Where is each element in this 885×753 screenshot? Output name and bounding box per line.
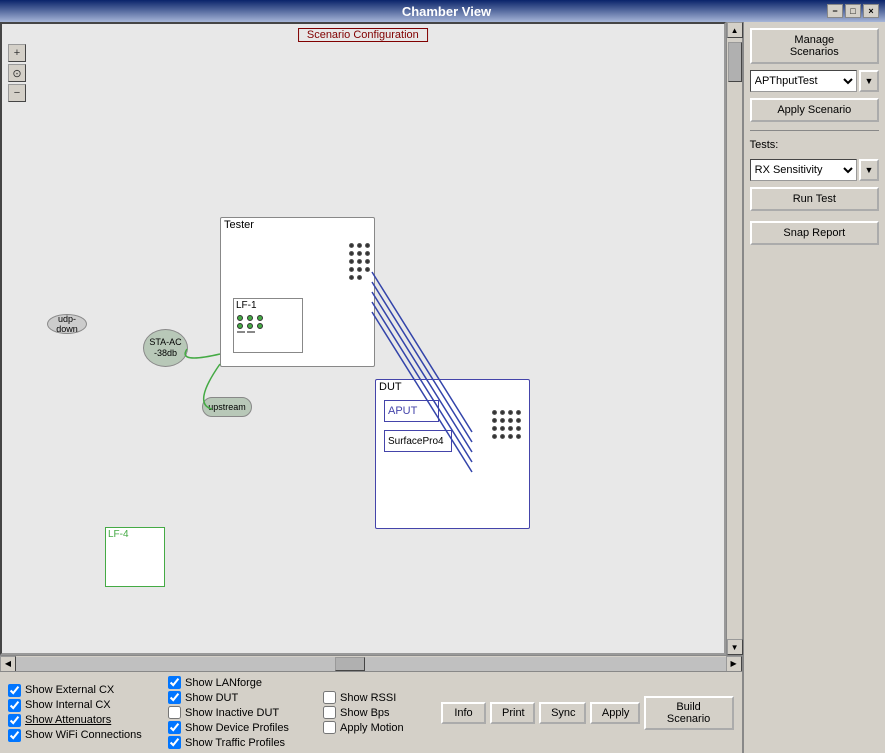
scenario-select[interactable]: APThputTest [750,70,857,92]
apply-motion-text: Apply Motion [340,722,404,734]
canvas-section: Scenario Configuration + ⊙ − udp-down ST… [0,22,742,655]
show-internal-cx-text: Show Internal CX [25,699,111,711]
show-dut-checkbox[interactable] [168,691,181,704]
show-traffic-profiles-text: Show Traffic Profiles [185,737,285,749]
show-internal-cx-checkbox[interactable] [8,699,21,712]
run-test-button[interactable]: Run Test [750,187,879,211]
show-rssi-text: Show RSSI [340,692,396,704]
udp-down-label: udp-down [48,314,86,334]
test-select-row: RX Sensitivity ▼ [750,159,879,181]
sta-ac-label: STA-AC-38db [149,337,181,359]
show-dut-text: Show DUT [185,692,238,704]
checkbox-col3: Show RSSI Show Bps Apply Motion [323,691,433,734]
snap-report-button[interactable]: Snap Report [750,221,879,245]
h-scroll-track[interactable] [16,657,726,671]
checkbox-col2: Show LANforge Show DUT Show Inactive DUT… [168,676,323,749]
apply-button[interactable]: Apply [590,702,640,724]
show-bps-checkbox[interactable] [323,706,336,719]
tester-ports [349,243,370,280]
show-external-cx-text: Show External CX [25,684,114,696]
show-internal-cx-label[interactable]: Show Internal CX [8,699,168,712]
canvas-area[interactable]: Scenario Configuration + ⊙ − udp-down ST… [0,22,726,655]
test-select[interactable]: RX Sensitivity [750,159,857,181]
show-rssi-label[interactable]: Show RSSI [323,691,433,704]
main-container: Scenario Configuration + ⊙ − udp-down ST… [0,22,885,753]
scroll-right-arrow[interactable]: ▶ [726,656,742,672]
left-panel: Scenario Configuration + ⊙ − udp-down ST… [0,22,743,753]
scenario-select-row: APThputTest ▼ [750,70,879,92]
lf1-title: LF-1 [234,299,302,312]
show-traffic-profiles-checkbox[interactable] [168,736,181,749]
dut-box[interactable]: DUT APUT SurfacePro4 [375,379,530,529]
show-wifi-connections-text: Show WiFi Connections [25,729,142,741]
right-panel: Manage Scenarios APThputTest ▼ Apply Sce… [743,22,885,753]
sync-button[interactable]: Sync [539,702,586,724]
tester-title: Tester [221,218,374,232]
dut-title: DUT [376,380,529,394]
right-scrollbar[interactable]: ▲ ▼ [726,22,742,655]
lf4-title: LF-4 [106,528,164,541]
show-rssi-checkbox[interactable] [323,691,336,704]
show-bps-label[interactable]: Show Bps [323,706,433,719]
minimize-button[interactable]: − [827,4,843,18]
window-controls: − □ × [827,4,879,18]
window-title: Chamber View [402,4,491,19]
upstream-node[interactable]: upstream [202,397,252,417]
canvas-content: udp-down STA-AC-38db upstream Tester [2,24,724,653]
show-device-profiles-text: Show Device Profiles [185,722,289,734]
show-inactive-dut-label[interactable]: Show Inactive DUT [168,706,323,719]
scroll-up-arrow[interactable]: ▲ [727,22,743,38]
show-lanforge-label[interactable]: Show LANforge [168,676,323,689]
show-lanforge-checkbox[interactable] [168,676,181,689]
maximize-button[interactable]: □ [845,4,861,18]
tester-box[interactable]: Tester LF-1 [220,217,375,367]
controls-row: Show External CX Show Internal CX Show A… [8,676,734,749]
show-inactive-dut-checkbox[interactable] [168,706,181,719]
scroll-thumb[interactable] [728,42,742,82]
surfacepro-label[interactable]: SurfacePro4 [384,430,452,452]
show-attenuators-text: Show Attenuators [25,714,111,726]
show-inactive-dut-text: Show Inactive DUT [185,707,279,719]
scenario-dropdown-arrow[interactable]: ▼ [859,70,879,92]
build-scenario-button[interactable]: Build Scenario [644,696,734,730]
apply-motion-label[interactable]: Apply Motion [323,721,433,734]
apply-motion-checkbox[interactable] [323,721,336,734]
apply-scenario-button[interactable]: Apply Scenario [750,98,879,122]
lf1-dots [234,312,302,336]
show-wifi-connections-label[interactable]: Show WiFi Connections [8,729,168,742]
udp-down-node[interactable]: udp-down [47,314,87,334]
print-button[interactable]: Print [490,702,535,724]
close-button[interactable]: × [863,4,879,18]
dut-ports [492,410,521,439]
upstream-label: upstream [208,402,246,412]
sta-ac-node[interactable]: STA-AC-38db [143,329,188,367]
lf4-box[interactable]: LF-4 [105,527,165,587]
action-buttons: Info Print Sync Apply Build Scenario [441,696,734,730]
show-wifi-connections-checkbox[interactable] [8,729,21,742]
show-device-profiles-checkbox[interactable] [168,721,181,734]
show-traffic-profiles-label[interactable]: Show Traffic Profiles [168,736,323,749]
lf1-box[interactable]: LF-1 [233,298,303,353]
scroll-left-arrow[interactable]: ◀ [0,656,16,672]
tests-label: Tests: [750,139,879,151]
show-bps-text: Show Bps [340,707,390,719]
manage-scenarios-button[interactable]: Manage Scenarios [750,28,879,64]
h-scroll-thumb[interactable] [335,657,365,671]
show-attenuators-label[interactable]: Show Attenuators [8,714,168,727]
show-attenuators-checkbox[interactable] [8,714,21,727]
bottom-controls: Show External CX Show Internal CX Show A… [0,671,742,753]
show-dut-label[interactable]: Show DUT [168,691,323,704]
show-device-profiles-label[interactable]: Show Device Profiles [168,721,323,734]
bottom-scrollbar[interactable]: ◀ ▶ [0,655,742,671]
test-dropdown-arrow[interactable]: ▼ [859,159,879,181]
show-external-cx-label[interactable]: Show External CX [8,684,168,697]
aput-label[interactable]: APUT [384,400,439,422]
show-external-cx-checkbox[interactable] [8,684,21,697]
info-button[interactable]: Info [441,702,486,724]
scroll-down-arrow[interactable]: ▼ [727,639,743,655]
checkbox-col1: Show External CX Show Internal CX Show A… [8,684,168,742]
title-bar: Chamber View − □ × [0,0,885,22]
divider-1 [750,130,879,131]
show-lanforge-text: Show LANforge [185,677,262,689]
